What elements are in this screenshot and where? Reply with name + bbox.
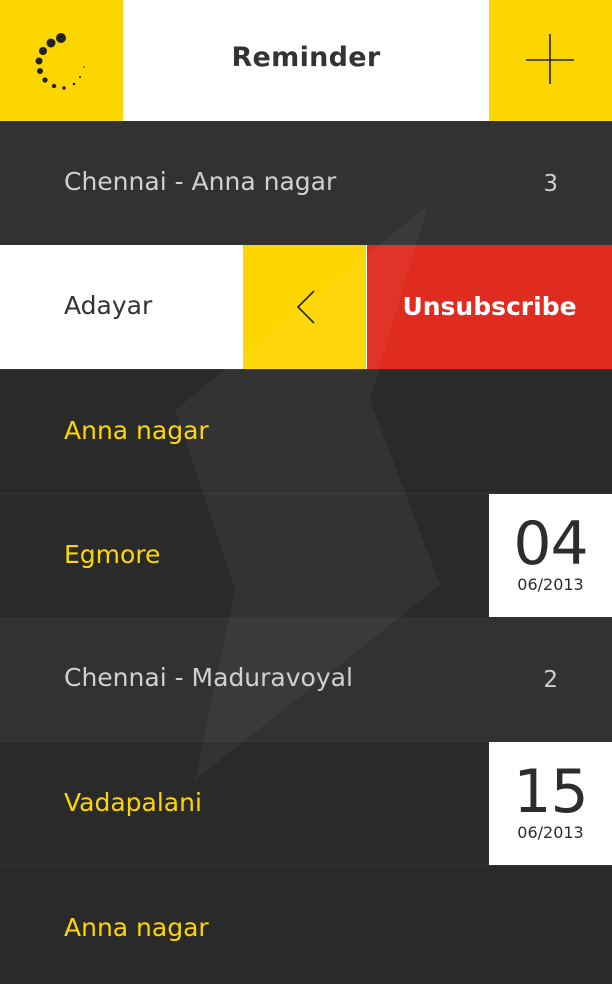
date-badge: 15 06/2013 [489,742,612,866]
unsubscribe-button[interactable]: Unsubscribe [367,245,612,369]
list-item-label: Anna nagar [64,416,209,445]
group-row[interactable]: Chennai - Maduravoyal 2 [0,617,612,741]
page-title: Reminder [231,42,381,73]
add-button[interactable] [489,0,612,121]
list-item[interactable]: Anna nagar [0,865,612,984]
list-item-label: Adayar [64,291,153,320]
chevron-left-icon [296,290,315,324]
app-header: Reminder [0,0,612,121]
group-label: Chennai - Maduravoyal [64,663,353,692]
list-item[interactable]: Egmore 04 06/2013 [0,493,612,618]
date-day: 15 [513,757,588,827]
list-item-label: Anna nagar [64,913,209,942]
list-item-label: Vadapalani [64,788,202,817]
refresh-button[interactable] [0,0,123,121]
swipe-back-button[interactable] [243,245,366,369]
list-item[interactable]: Vadapalani 15 06/2013 [0,741,612,866]
list-item[interactable]: Anna nagar [0,369,612,493]
date-badge: 04 06/2013 [489,494,612,618]
swiped-row[interactable]: Adayar Unsubscribe [0,245,612,369]
group-count: 3 [543,171,558,197]
group-label: Chennai - Anna nagar [64,167,337,196]
date-month-year: 06/2013 [517,823,584,842]
loading-spinner-icon [35,33,85,90]
date-day: 04 [513,509,588,579]
list-item-label: Egmore [64,540,161,569]
date-month-year: 06/2013 [517,575,584,594]
plus-icon [526,34,574,84]
group-row[interactable]: Chennai - Anna nagar 3 [0,121,612,245]
group-count: 2 [543,667,558,693]
